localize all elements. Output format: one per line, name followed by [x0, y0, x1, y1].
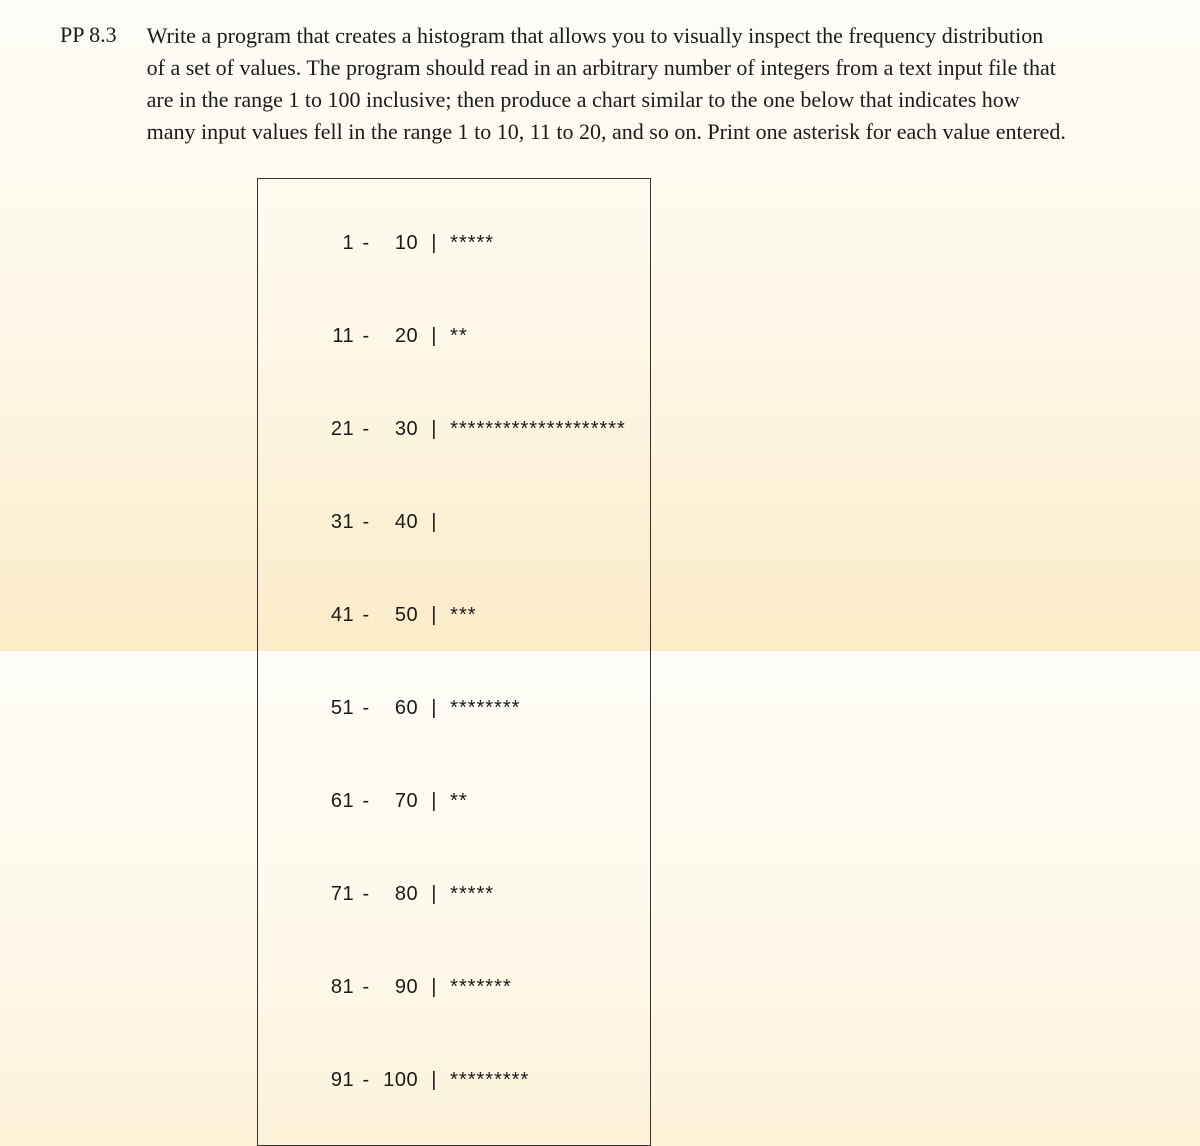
stars: ********************	[450, 418, 626, 440]
pipe: |	[424, 972, 444, 1003]
range-end: 10	[378, 228, 418, 259]
range-end: 20	[378, 321, 418, 352]
range-end: 100	[378, 1065, 418, 1096]
range-start: 1	[326, 228, 354, 259]
pipe: |	[424, 786, 444, 817]
dash: -	[354, 228, 378, 259]
histogram-row: 21-30| ********************	[278, 383, 626, 476]
range-end: 30	[378, 414, 418, 445]
pipe: |	[424, 228, 444, 259]
range-start: 61	[326, 786, 354, 817]
histogram-row: 41-50| ***	[278, 569, 626, 662]
pipe: |	[424, 1065, 444, 1096]
dash: -	[354, 414, 378, 445]
dash: -	[354, 507, 378, 538]
exercise-container: PP 8.3 Write a program that creates a hi…	[60, 20, 1140, 1146]
range-end: 60	[378, 693, 418, 724]
stars: **	[450, 790, 468, 812]
range-start: 51	[326, 693, 354, 724]
stars: ***	[450, 604, 476, 626]
pipe: |	[424, 879, 444, 910]
pipe: |	[424, 693, 444, 724]
stars: ********	[450, 697, 520, 719]
histogram-row: 11-20| **	[278, 290, 626, 383]
pipe: |	[424, 321, 444, 352]
range-start: 31	[326, 507, 354, 538]
dash: -	[354, 693, 378, 724]
range-start: 81	[326, 972, 354, 1003]
histogram-chart: 1-10| ***** 11-20| ** 21-30| ***********…	[257, 178, 651, 1146]
stars: *****	[450, 883, 494, 905]
range-end: 50	[378, 600, 418, 631]
dash: -	[354, 786, 378, 817]
histogram-row: 61-70| **	[278, 755, 626, 848]
range-start: 11	[326, 321, 354, 352]
stars: *******	[450, 976, 511, 998]
dash: -	[354, 1065, 378, 1096]
dash: -	[354, 879, 378, 910]
histogram-row: 91-100| *********	[278, 1034, 626, 1127]
range-end: 70	[378, 786, 418, 817]
dash: -	[354, 600, 378, 631]
range-end: 90	[378, 972, 418, 1003]
dash: -	[354, 321, 378, 352]
pipe: |	[424, 414, 444, 445]
exercise-label: PP 8.3	[60, 20, 117, 1146]
pipe: |	[424, 507, 444, 538]
stars: *********	[450, 1069, 529, 1091]
range-end: 80	[378, 879, 418, 910]
range-start: 91	[326, 1065, 354, 1096]
histogram-row: 1-10| *****	[278, 197, 626, 290]
pipe: |	[424, 600, 444, 631]
exercise-description: Write a program that creates a histogram…	[147, 20, 1067, 148]
range-end: 40	[378, 507, 418, 538]
histogram-row: 81-90| *******	[278, 941, 626, 1034]
dash: -	[354, 972, 378, 1003]
exercise-content: Write a program that creates a histogram…	[147, 20, 1140, 1146]
stars: **	[450, 325, 468, 347]
range-start: 21	[326, 414, 354, 445]
range-start: 41	[326, 600, 354, 631]
histogram-row: 51-60| ********	[278, 662, 626, 755]
histogram-row: 71-80| *****	[278, 848, 626, 941]
stars: *****	[450, 232, 494, 254]
histogram-row: 31-40|	[278, 476, 626, 569]
range-start: 71	[326, 879, 354, 910]
